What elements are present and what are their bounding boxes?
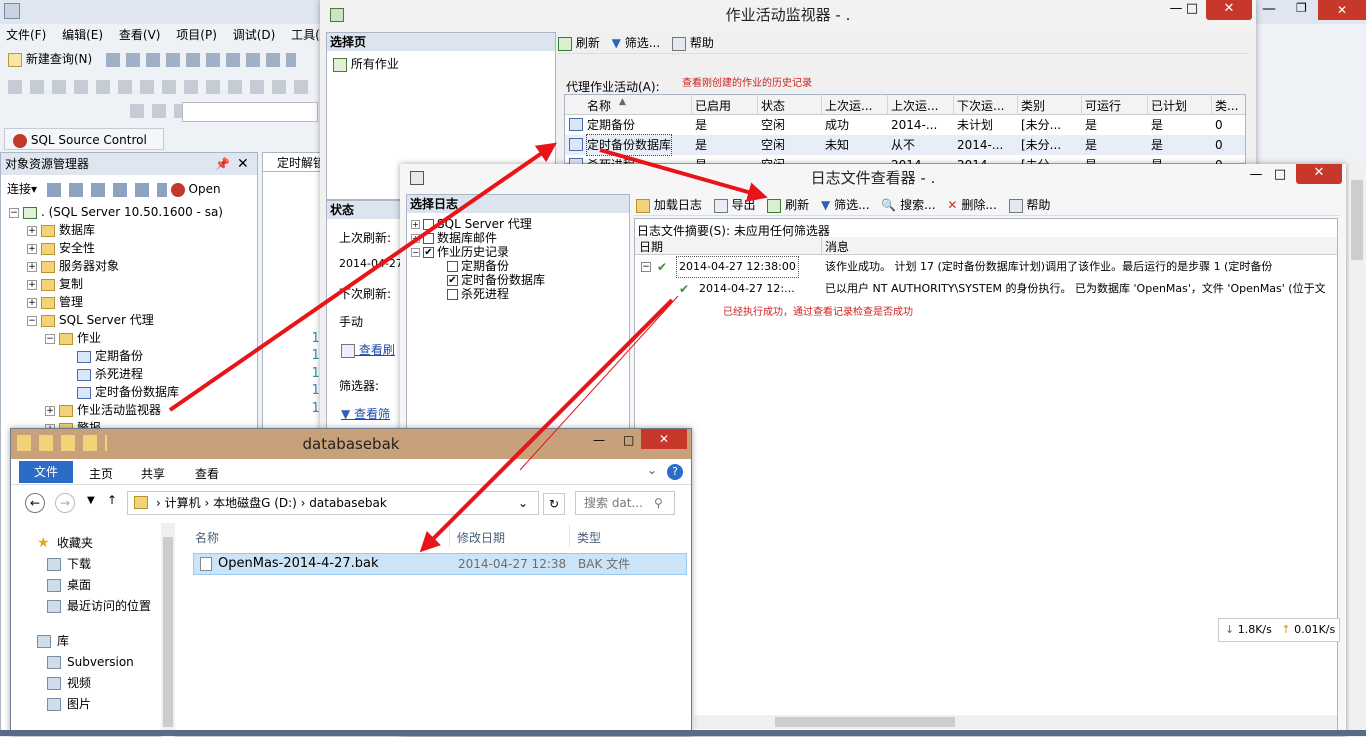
arrow-monitor-to-refresh: [599, 148, 768, 202]
arrow-tree-to-monitor: [168, 142, 557, 412]
thin-annotation-line: [519, 295, 679, 471]
annotation-arrows: [168, 142, 768, 553]
arrow-log-to-file: [419, 298, 674, 553]
